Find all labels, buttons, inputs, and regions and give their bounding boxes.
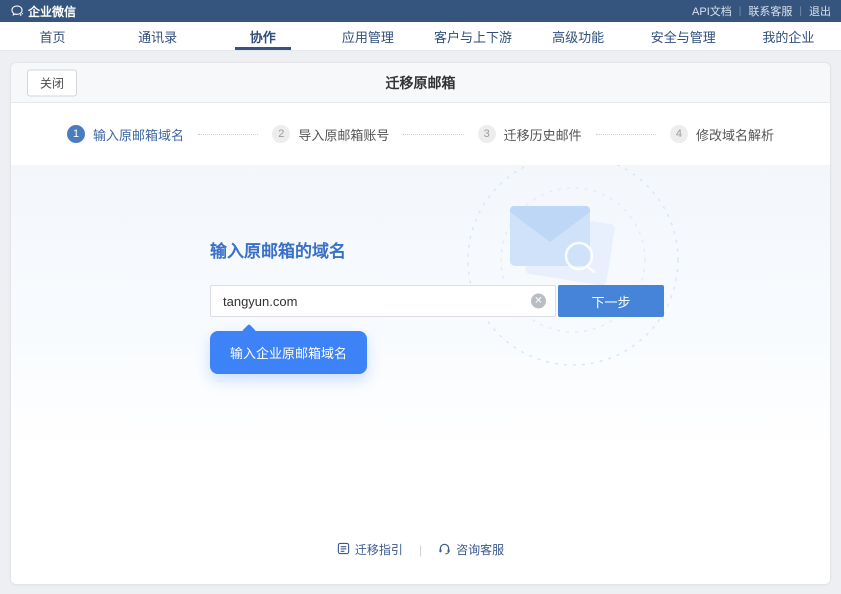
wizard-title: 迁移原邮箱 — [11, 63, 830, 102]
main-nav: 首页 通讯录 协作 应用管理 客户与上下游 高级功能 安全与管理 我的企业 — [0, 22, 841, 51]
app-logo-text: 企业微信 — [28, 3, 76, 20]
step-migrate-history: 3 迁移历史邮件 — [478, 125, 582, 144]
step-update-dns: 4 修改域名解析 — [670, 125, 774, 144]
nav-tab-home[interactable]: 首页 — [0, 22, 105, 50]
app-logo: 企业微信 — [10, 3, 76, 20]
wework-bubble-icon — [10, 4, 24, 18]
wizard-header: 关闭 迁移原邮箱 — [11, 63, 830, 103]
envelope-illustration — [411, 165, 721, 400]
footer-separator: | — [419, 543, 422, 557]
page-title: 输入原邮箱的域名 — [210, 237, 346, 262]
domain-input-row: ✕ 下一步 — [210, 285, 664, 317]
headset-icon — [438, 542, 451, 558]
step-number-badge: 3 — [478, 125, 496, 143]
step-connector — [198, 134, 258, 135]
document-icon — [337, 542, 350, 558]
nav-tab-customers[interactable]: 客户与上下游 — [421, 22, 526, 50]
next-step-button[interactable]: 下一步 — [558, 285, 664, 317]
logout-link[interactable]: 退出 — [809, 3, 831, 19]
api-docs-link[interactable]: API文档 — [692, 3, 732, 19]
topbar-links: API文档 | 联系客服 | 退出 — [692, 3, 831, 19]
domain-hint-tooltip: 输入企业原邮箱域名 — [210, 331, 367, 374]
step-number-badge: 2 — [272, 125, 290, 143]
step-label: 迁移历史邮件 — [504, 125, 582, 144]
migration-guide-link[interactable]: 迁移指引 — [337, 541, 403, 558]
contact-support-footer-label: 咨询客服 — [456, 541, 504, 558]
topbar-separator: | — [799, 6, 802, 17]
footer-links: 迁移指引 | 咨询客服 — [11, 541, 830, 558]
contact-support-footer-link[interactable]: 咨询客服 — [438, 541, 504, 558]
topbar: 企业微信 API文档 | 联系客服 | 退出 — [0, 0, 841, 22]
nav-tab-my-company[interactable]: 我的企业 — [736, 22, 841, 50]
step-connector — [596, 134, 656, 135]
step-connector — [403, 134, 463, 135]
nav-tab-security[interactable]: 安全与管理 — [631, 22, 736, 50]
domain-input-wrap: ✕ — [210, 285, 556, 317]
step-enter-domain: 1 输入原邮箱域名 — [67, 125, 184, 144]
step-import-accounts: 2 导入原邮箱账号 — [272, 125, 389, 144]
nav-tab-collaboration[interactable]: 协作 — [210, 22, 315, 50]
nav-tab-advanced[interactable]: 高级功能 — [526, 22, 631, 50]
wizard-steps: 1 输入原邮箱域名 2 导入原邮箱账号 3 迁移历史邮件 4 修改域名解析 — [11, 103, 830, 165]
clear-input-icon[interactable]: ✕ — [531, 294, 546, 309]
domain-input[interactable] — [210, 285, 556, 317]
step-label: 导入原邮箱账号 — [298, 125, 389, 144]
step-number-badge: 4 — [670, 125, 688, 143]
migration-guide-label: 迁移指引 — [355, 541, 403, 558]
nav-tab-apps[interactable]: 应用管理 — [315, 22, 420, 50]
wizard-content: 输入原邮箱的域名 ✕ 下一步 输入企业原邮箱域名 迁移指引 | — [11, 165, 830, 584]
step-label: 修改域名解析 — [696, 125, 774, 144]
nav-tab-contacts[interactable]: 通讯录 — [105, 22, 210, 50]
migration-wizard-card: 关闭 迁移原邮箱 1 输入原邮箱域名 2 导入原邮箱账号 3 迁移历史邮件 4 … — [10, 62, 831, 585]
topbar-separator: | — [739, 6, 742, 17]
step-number-badge: 1 — [67, 125, 85, 143]
step-label: 输入原邮箱域名 — [93, 125, 184, 144]
contact-support-link[interactable]: 联系客服 — [748, 3, 792, 19]
